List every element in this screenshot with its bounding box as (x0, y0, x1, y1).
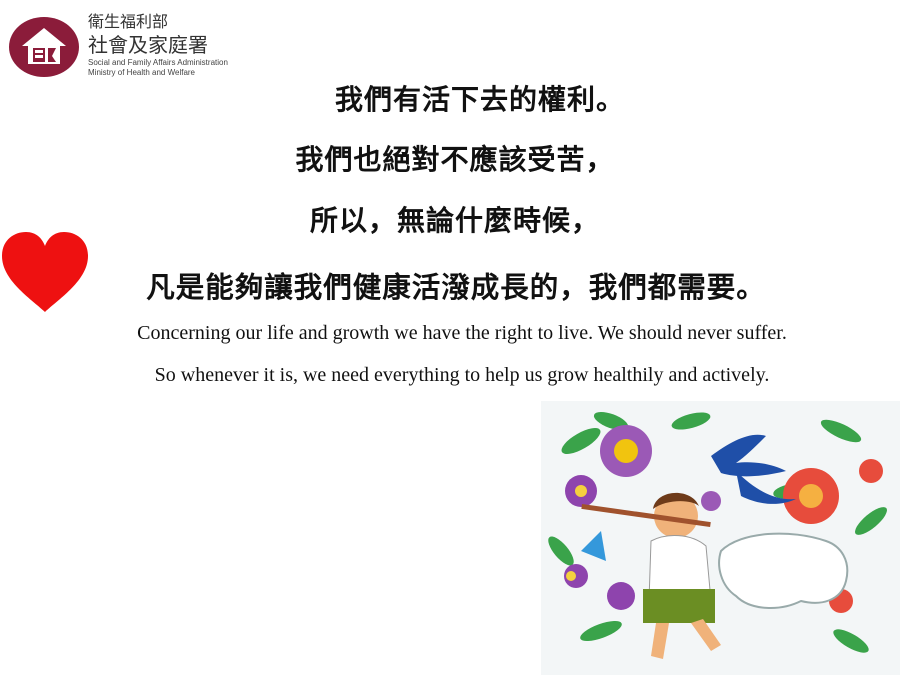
english-line-1: Concerning our life and growth we have t… (137, 322, 787, 344)
ministry-name-zh: 衛生福利部 (88, 12, 169, 31)
house-logo-icon (9, 17, 79, 77)
chinese-line-2: 我們也絕對不應該受苦， (295, 143, 615, 176)
chinese-line-3: 所以，無論什麼時候， (309, 204, 600, 237)
boy-playing-flute-illustration (541, 401, 900, 675)
english-line-2: So whenever it is, we need everything to… (154, 364, 770, 386)
agency-name-zh: 社會及家庭署 (88, 33, 208, 57)
chinese-line-1: 我們有活下去的權利。 (334, 83, 625, 116)
logo-text: 衛生福利部 社會及家庭署 Social and Family Affairs A… (88, 12, 228, 78)
organization-logo: 衛生福利部 社會及家庭署 Social and Family Affairs A… (8, 10, 268, 80)
agency-name-en: Social and Family Affairs Administration (88, 58, 228, 67)
heart-icon (2, 232, 88, 312)
chinese-line-4: 凡是能夠讓我們健康活潑成長的，我們都需要。 (146, 271, 766, 304)
ministry-name-en: Ministry of Health and Welfare (88, 68, 196, 77)
